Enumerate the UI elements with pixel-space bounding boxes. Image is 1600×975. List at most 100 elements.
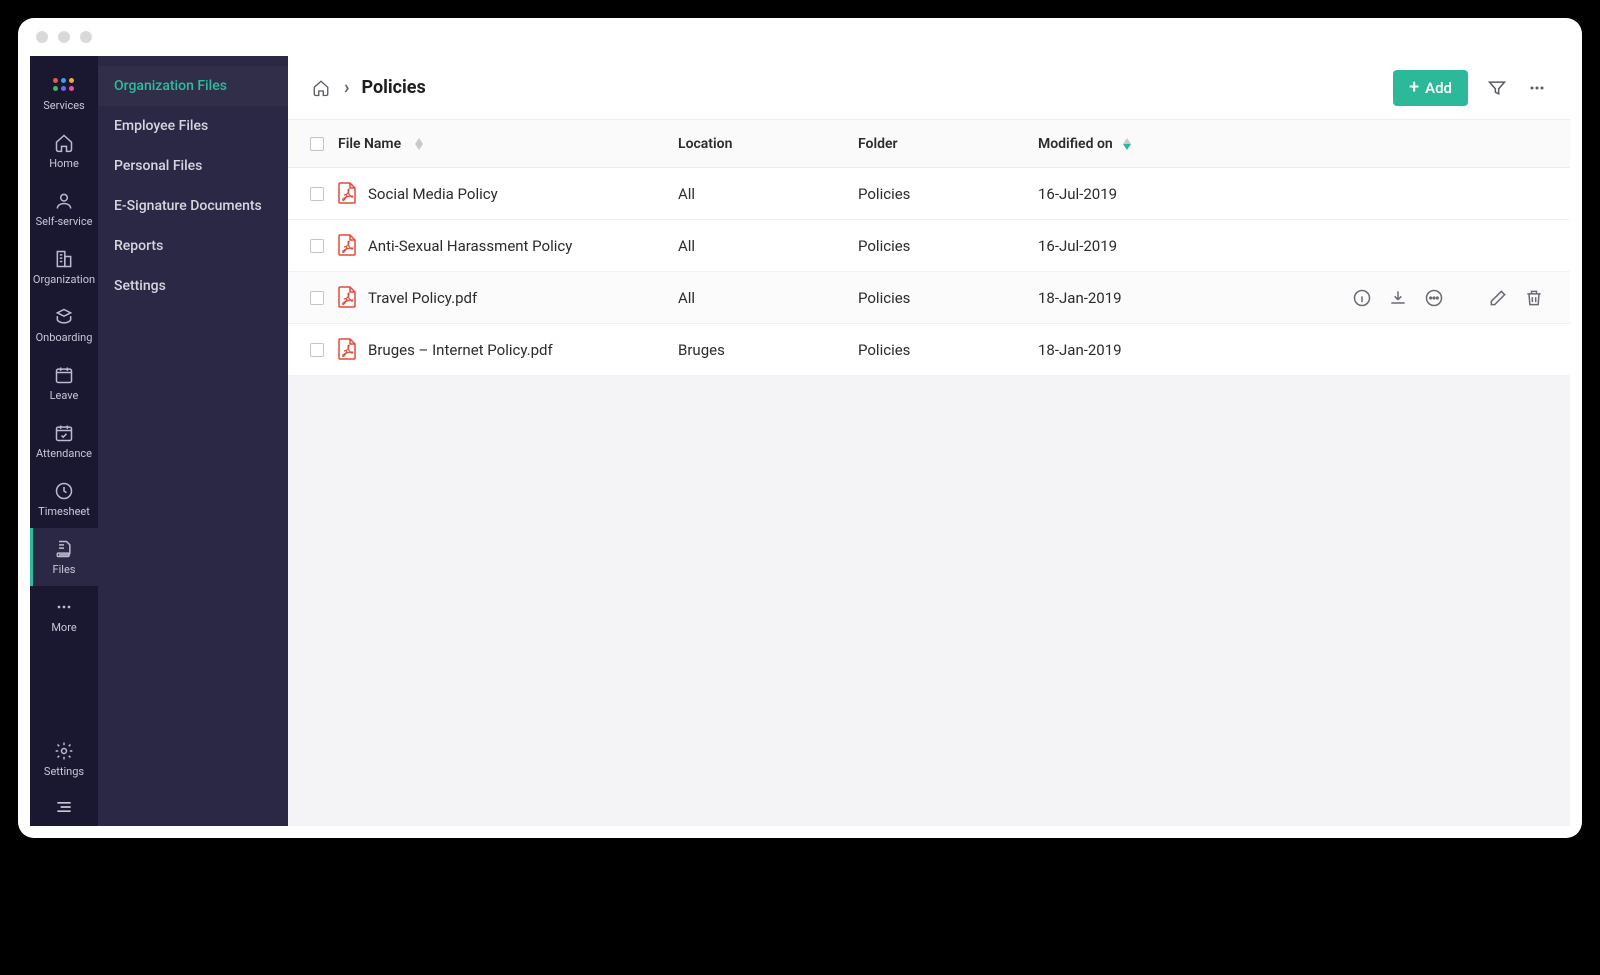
nav-label: Self-service — [36, 215, 93, 228]
file-location: All — [678, 237, 858, 255]
topbar-actions: + Add — [1393, 70, 1548, 106]
add-button[interactable]: + Add — [1393, 70, 1468, 106]
file-location: All — [678, 185, 858, 203]
th-file-name[interactable]: File Name — [338, 136, 401, 152]
file-modified: 16-Jul-2019 — [1038, 185, 1218, 203]
more-icon — [54, 597, 74, 617]
nav-label: Onboarding — [36, 331, 93, 344]
files-icon — [54, 539, 74, 559]
delete-button[interactable] — [1524, 288, 1544, 308]
nav-label: More — [51, 621, 76, 634]
nav-organization[interactable]: Organization — [30, 238, 98, 296]
traffic-light-close[interactable] — [36, 31, 48, 43]
org-icon — [54, 249, 74, 269]
topbar: › Policies + Add — [288, 56, 1570, 120]
nav-label: Services — [43, 99, 84, 112]
file-name: Travel Policy.pdf — [368, 289, 477, 307]
table-row[interactable]: Social Media Policy All Policies 16-Jul-… — [288, 168, 1570, 220]
plus-icon: + — [1409, 79, 1419, 97]
nav-leave[interactable]: Leave — [30, 354, 98, 412]
table-row[interactable]: Travel Policy.pdf All Policies 18-Jan-20… — [288, 272, 1570, 324]
nav-label: Timesheet — [38, 505, 90, 518]
th-location[interactable]: Location — [678, 136, 732, 152]
files-subnav: Organization Files Employee Files Person… — [98, 56, 288, 826]
row-checkbox[interactable] — [310, 187, 324, 201]
filter-button[interactable] — [1486, 77, 1508, 99]
calendar-icon — [54, 365, 74, 385]
table-header: File Name Location Folder Modified on — [288, 120, 1570, 168]
sort-icon[interactable] — [1123, 138, 1131, 150]
breadcrumb-home-icon[interactable] — [310, 77, 332, 99]
breadcrumb-current: Policies — [361, 77, 425, 98]
traffic-light-zoom[interactable] — [80, 31, 92, 43]
file-folder: Policies — [858, 341, 1038, 359]
nav-services[interactable]: Services — [30, 64, 98, 122]
home-icon — [54, 133, 74, 153]
subnav-settings[interactable]: Settings — [98, 266, 288, 306]
main-panel: › Policies + Add — [288, 56, 1570, 826]
subnav-reports[interactable]: Reports — [98, 226, 288, 266]
subnav-esignature-documents[interactable]: E-Signature Documents — [98, 186, 288, 226]
th-modified[interactable]: Modified on — [1038, 136, 1113, 152]
file-modified: 18-Jan-2019 — [1038, 341, 1218, 359]
table-row[interactable]: Anti-Sexual Harassment Policy All Polici… — [288, 220, 1570, 272]
add-button-label: Add — [1425, 79, 1452, 97]
calendar-check-icon — [54, 423, 74, 443]
onboarding-icon — [54, 307, 74, 327]
breadcrumb: › Policies — [310, 77, 426, 99]
download-button[interactable] — [1388, 288, 1408, 308]
file-folder: Policies — [858, 289, 1038, 307]
nav-label: Leave — [50, 389, 79, 402]
nav-label: Organization — [33, 273, 95, 286]
file-folder: Policies — [858, 237, 1038, 255]
sort-icon[interactable] — [415, 138, 423, 150]
nav-attendance[interactable]: Attendance — [30, 412, 98, 470]
file-folder: Policies — [858, 185, 1038, 203]
info-button[interactable] — [1352, 288, 1372, 308]
primary-nav: Services Home Self-service Organization — [30, 56, 98, 826]
select-all-checkbox[interactable] — [310, 137, 324, 151]
row-more-button[interactable] — [1424, 288, 1444, 308]
nav-label: Files — [53, 563, 76, 576]
th-folder[interactable]: Folder — [858, 136, 898, 152]
subnav-organization-files[interactable]: Organization Files — [98, 66, 288, 106]
nav-timesheet[interactable]: Timesheet — [30, 470, 98, 528]
file-location: All — [678, 289, 858, 307]
chevron-right-icon: › — [344, 77, 349, 98]
gear-icon — [54, 741, 74, 761]
app-window: Services Home Self-service Organization — [18, 18, 1582, 838]
pdf-icon — [338, 182, 358, 206]
pdf-icon — [338, 338, 358, 362]
row-checkbox[interactable] — [310, 239, 324, 253]
file-name: Bruges – Internet Policy.pdf — [368, 341, 553, 359]
file-name: Anti-Sexual Harassment Policy — [368, 237, 572, 255]
app-body: Services Home Self-service Organization — [18, 56, 1582, 838]
clock-icon — [54, 481, 74, 501]
file-modified: 16-Jul-2019 — [1038, 237, 1218, 255]
nav-settings[interactable]: Settings — [30, 730, 98, 788]
nav-onboarding[interactable]: Onboarding — [30, 296, 98, 354]
file-modified: 18-Jan-2019 — [1038, 289, 1218, 307]
nav-label: Attendance — [36, 447, 92, 460]
row-checkbox[interactable] — [310, 343, 324, 357]
services-icon — [54, 75, 74, 95]
nav-self-service[interactable]: Self-service — [30, 180, 98, 238]
pdf-icon — [338, 234, 358, 258]
pdf-icon — [338, 286, 358, 310]
nav-label: Home — [49, 157, 79, 170]
subnav-personal-files[interactable]: Personal Files — [98, 146, 288, 186]
row-checkbox[interactable] — [310, 291, 324, 305]
nav-label: Settings — [44, 765, 84, 778]
subnav-employee-files[interactable]: Employee Files — [98, 106, 288, 146]
nav-home[interactable]: Home — [30, 122, 98, 180]
nav-collapse-toggle[interactable] — [30, 788, 98, 826]
edit-button[interactable] — [1488, 288, 1508, 308]
more-options-button[interactable] — [1526, 77, 1548, 99]
traffic-light-minimize[interactable] — [58, 31, 70, 43]
table-row[interactable]: Bruges – Internet Policy.pdf Bruges Poli… — [288, 324, 1570, 376]
nav-more[interactable]: More — [30, 586, 98, 644]
file-name: Social Media Policy — [368, 185, 498, 203]
user-icon — [54, 191, 74, 211]
nav-files[interactable]: Files — [30, 528, 98, 586]
window-titlebar — [18, 18, 1582, 56]
